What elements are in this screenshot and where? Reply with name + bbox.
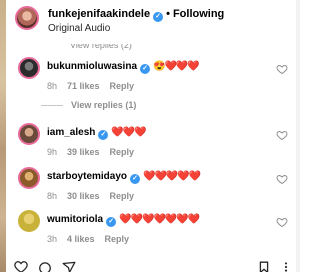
author-line: funkejenifaakindele ✓ • Following [48, 8, 224, 22]
comment-text: ❤️❤️❤️❤️❤️ [143, 171, 201, 182]
comment-icon[interactable] [38, 260, 52, 272]
verified-badge-icon: ✓ [140, 64, 151, 74]
author-username[interactable]: funkejenifaakindele [48, 8, 150, 20]
verified-badge-icon: ✓ [98, 130, 109, 140]
comment-avatar[interactable] [18, 167, 40, 189]
comment-text: ❤️❤️❤️❤️❤️❤️❤️ [119, 214, 200, 225]
cut-off-view-replies[interactable]: View replies (2) [70, 44, 132, 50]
view-replies-label: View replies (1) [71, 100, 137, 110]
comment-time: 9h [47, 147, 58, 157]
heart-outline-icon[interactable] [276, 129, 288, 141]
comment-avatar[interactable] [18, 210, 40, 232]
author-avatar[interactable] [15, 6, 39, 30]
comment-line: bukunmioluwasina ✓ 😍❤️❤️❤️ [47, 61, 200, 74]
reply-button[interactable]: Reply [110, 81, 135, 91]
audio-label[interactable]: Original Audio [48, 23, 110, 34]
comments-header: funkejenifaakindele ✓ • Following Original … [6, 0, 296, 40]
comment-likes[interactable]: 30 likes [67, 191, 100, 201]
comment-time: 8h [47, 191, 58, 201]
bookmark-icon[interactable] [258, 260, 272, 272]
comment-likes[interactable]: 71 likes [67, 81, 100, 91]
background-video-strip [0, 0, 6, 272]
more-icon[interactable] [280, 260, 294, 272]
separator-dot: • [166, 8, 170, 20]
comment-username[interactable]: starboytemidayo [47, 171, 127, 182]
heart-outline-icon[interactable] [276, 63, 288, 75]
heart-icon[interactable] [14, 260, 28, 272]
comment-username[interactable]: wumitoriola [47, 214, 103, 225]
heart-outline-icon[interactable] [276, 216, 288, 228]
comment-meta: 9h 39 likes Reply [47, 147, 144, 157]
scroll-edge [296, 0, 300, 272]
replies-divider [41, 105, 63, 107]
reply-button[interactable]: Reply [110, 147, 135, 157]
reply-button[interactable]: Reply [105, 234, 130, 244]
reply-button[interactable]: Reply [110, 191, 135, 201]
verified-badge-icon: ✓ [130, 174, 141, 184]
view-replies-button[interactable]: View replies (1) [41, 100, 136, 110]
comment-line: wumitoriola ✓ ❤️❤️❤️❤️❤️❤️❤️ [47, 214, 200, 227]
action-bar [6, 258, 296, 272]
comment-time: 8h [47, 81, 58, 91]
comment-avatar[interactable] [18, 57, 40, 79]
comment-text: 😍❤️❤️❤️ [153, 61, 200, 72]
comment-username[interactable]: iam_alesh [47, 127, 95, 138]
comment-likes[interactable]: 39 likes [67, 147, 100, 157]
comment-line: starboytemidayo ✓ ❤️❤️❤️❤️❤️ [47, 171, 201, 184]
comment-meta: 3h 4 likes Reply [47, 234, 139, 244]
verified-badge-icon: ✓ [106, 217, 117, 227]
comment-meta: 8h 30 likes Reply [47, 191, 144, 201]
comment-likes[interactable]: 4 likes [67, 234, 95, 244]
comment-username[interactable]: bukunmioluwasina [47, 61, 137, 72]
comment-meta: 8h 71 likes Reply [47, 81, 144, 91]
comment-line: iam_alesh ✓ ❤️❤️❤️ [47, 127, 147, 140]
comment-time: 3h [47, 234, 58, 244]
verified-badge-icon: ✓ [153, 12, 164, 22]
share-icon[interactable] [62, 260, 76, 272]
heart-outline-icon[interactable] [276, 173, 288, 185]
following-button[interactable]: Following [173, 8, 224, 20]
comment-avatar[interactable] [18, 123, 40, 145]
comment-text: ❤️❤️❤️ [111, 127, 146, 138]
